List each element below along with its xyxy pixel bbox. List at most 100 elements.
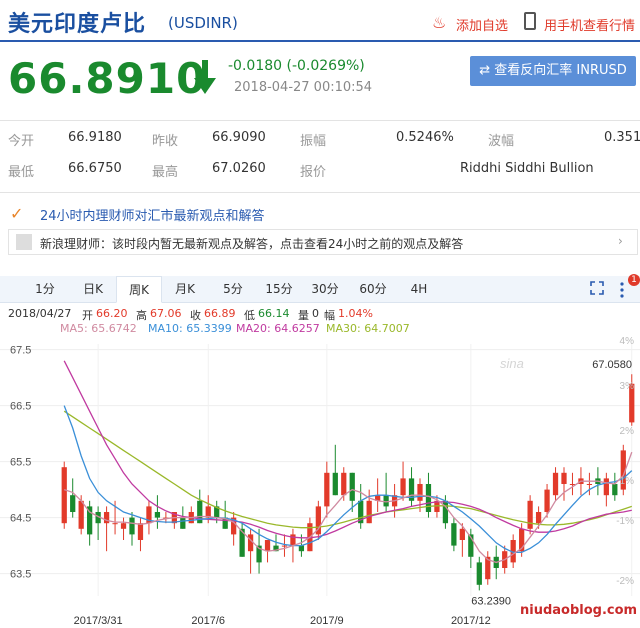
- tab-daily[interactable]: 日K: [70, 276, 116, 302]
- min-annotation: 63.2390: [471, 595, 511, 607]
- phone-icon[interactable]: [524, 12, 536, 30]
- amplitude-label: 振幅: [300, 134, 327, 149]
- right-axis-tick: 4%: [620, 336, 635, 347]
- range-value: 0.351: [604, 130, 640, 145]
- prev-close-label: 昨收: [152, 134, 179, 149]
- ohlc-vol-label: 量: [298, 309, 309, 322]
- low-label: 最低: [8, 165, 35, 180]
- sina-watermark-logo: sina: [500, 356, 524, 371]
- tab-30min[interactable]: 30分: [302, 276, 348, 302]
- tab-1min[interactable]: 1分: [22, 276, 68, 302]
- tab-60min[interactable]: 60分: [350, 276, 396, 302]
- avatar: [16, 234, 32, 250]
- candle-body: [281, 545, 288, 547]
- high-value: 67.0260: [212, 161, 266, 176]
- ohlc-vol: 0: [312, 307, 319, 320]
- ohlc-high: 67.06: [150, 307, 182, 320]
- candle-body: [586, 484, 593, 485]
- candle-body: [459, 528, 465, 540]
- right-axis-tick: 1%: [620, 476, 635, 487]
- checkmark-icon: ✓: [10, 204, 24, 223]
- y-tick-label: 67.5: [10, 345, 31, 357]
- candle-body: [451, 523, 457, 546]
- candle-body: [544, 489, 550, 512]
- max-annotation: 67.0580: [592, 359, 632, 371]
- candlestick-chart[interactable]: sina 67.5 66.5 65.5 64.5 63.5 4% 3% 2% 1% -1% -2% 2…: [0, 334, 640, 628]
- candle-body: [417, 484, 423, 501]
- candle-body: [349, 472, 355, 501]
- x-tick-label: 2017/6: [191, 615, 225, 627]
- candle-body: [527, 500, 533, 529]
- advisor-message[interactable]: 新浪理财师：该时段内暂无最新观点及解答，点击查看24小时之前的观点及解答: [40, 235, 463, 252]
- more-menu-icon[interactable]: [618, 281, 626, 299]
- candle-body: [332, 472, 338, 496]
- ohlc-low-label: 低: [244, 309, 255, 322]
- advisor-title[interactable]: 24小时内理财师对汇市最新观点和解答: [40, 205, 265, 224]
- y-tick-label: 64.5: [10, 513, 31, 525]
- candle-body: [298, 545, 305, 552]
- right-axis-tick: -2%: [616, 576, 634, 587]
- fullscreen-icon[interactable]: [590, 281, 604, 295]
- high-label: 最高: [152, 165, 179, 180]
- candle-body: [78, 500, 84, 529]
- prev-close-value: 66.9090: [212, 130, 266, 145]
- amplitude-value: 0.5246%: [396, 130, 454, 145]
- tab-monthly[interactable]: 月K: [162, 276, 208, 302]
- candle-body: [129, 517, 135, 535]
- mobile-view-link[interactable]: 用手机查看行情: [544, 15, 635, 34]
- x-tick-label: 2017/3/31: [74, 615, 123, 627]
- right-axis-tick: 3%: [620, 381, 635, 392]
- ohlc-amp-label: 幅: [324, 309, 335, 322]
- ohlc-high-label: 高: [136, 309, 147, 322]
- open-value: 66.9180: [68, 130, 122, 145]
- reverse-rate-button[interactable]: ⇄ 查看反向汇率 INRUSD: [470, 56, 636, 86]
- candle-body: [476, 562, 482, 585]
- candle-body: [112, 523, 118, 525]
- add-favorite-link[interactable]: 添加自选: [456, 15, 508, 34]
- advisor-divider: [0, 192, 640, 193]
- quote-timestamp: 2018-04-27 00:10:54: [234, 80, 373, 95]
- candle-body: [561, 472, 567, 484]
- currency-code: (USDINR): [168, 14, 238, 32]
- candle-body: [137, 523, 144, 540]
- candle-body: [366, 500, 372, 524]
- x-tick-label: 2017/12: [451, 615, 491, 627]
- open-label: 今开: [8, 134, 35, 149]
- flame-icon[interactable]: ♨: [432, 14, 450, 32]
- y-tick-label: 66.5: [10, 401, 31, 413]
- range-label: 波幅: [488, 134, 515, 149]
- page-title: 美元印度卢比: [8, 12, 147, 37]
- candle-body: [383, 495, 389, 507]
- candle-body: [70, 495, 76, 512]
- tab-5min[interactable]: 5分: [210, 276, 256, 302]
- candle-body: [324, 472, 330, 507]
- price-change: -0.0180 (-0.0269%): [228, 58, 365, 74]
- candle-body: [603, 478, 609, 496]
- right-axis-tick: 2%: [620, 426, 635, 437]
- tab-4h[interactable]: 4H: [396, 276, 442, 302]
- tab-weekly[interactable]: 周K: [116, 276, 162, 303]
- tab-15min[interactable]: 15分: [256, 276, 302, 302]
- quoter-value: Riddhi Siddhi Bullion: [460, 161, 594, 176]
- ohlc-amp: 1.04%: [338, 307, 373, 320]
- candle-body: [120, 523, 127, 529]
- y-tick-label: 63.5: [10, 569, 31, 581]
- candle-body: [247, 534, 254, 552]
- candle-body: [154, 512, 161, 518]
- expand-icon[interactable]: ›: [618, 234, 623, 248]
- candle-body: [103, 512, 110, 524]
- ohlc-open: 66.20: [96, 307, 128, 320]
- candle-body: [290, 534, 296, 546]
- candle-body: [535, 512, 542, 524]
- ohlc-close-label: 收: [190, 309, 201, 322]
- candle-body: [341, 472, 347, 496]
- candle-body: [425, 484, 432, 512]
- ohlc-open-label: 开: [82, 309, 93, 322]
- ohlc-close: 66.89: [204, 307, 236, 320]
- ohlc-date: 2018/04/27: [8, 307, 72, 320]
- ohlc-low: 66.14: [258, 307, 290, 320]
- y-tick-label: 65.5: [10, 457, 31, 469]
- candle-body: [552, 472, 559, 496]
- low-value: 66.6750: [68, 161, 122, 176]
- candle-body: [612, 484, 618, 496]
